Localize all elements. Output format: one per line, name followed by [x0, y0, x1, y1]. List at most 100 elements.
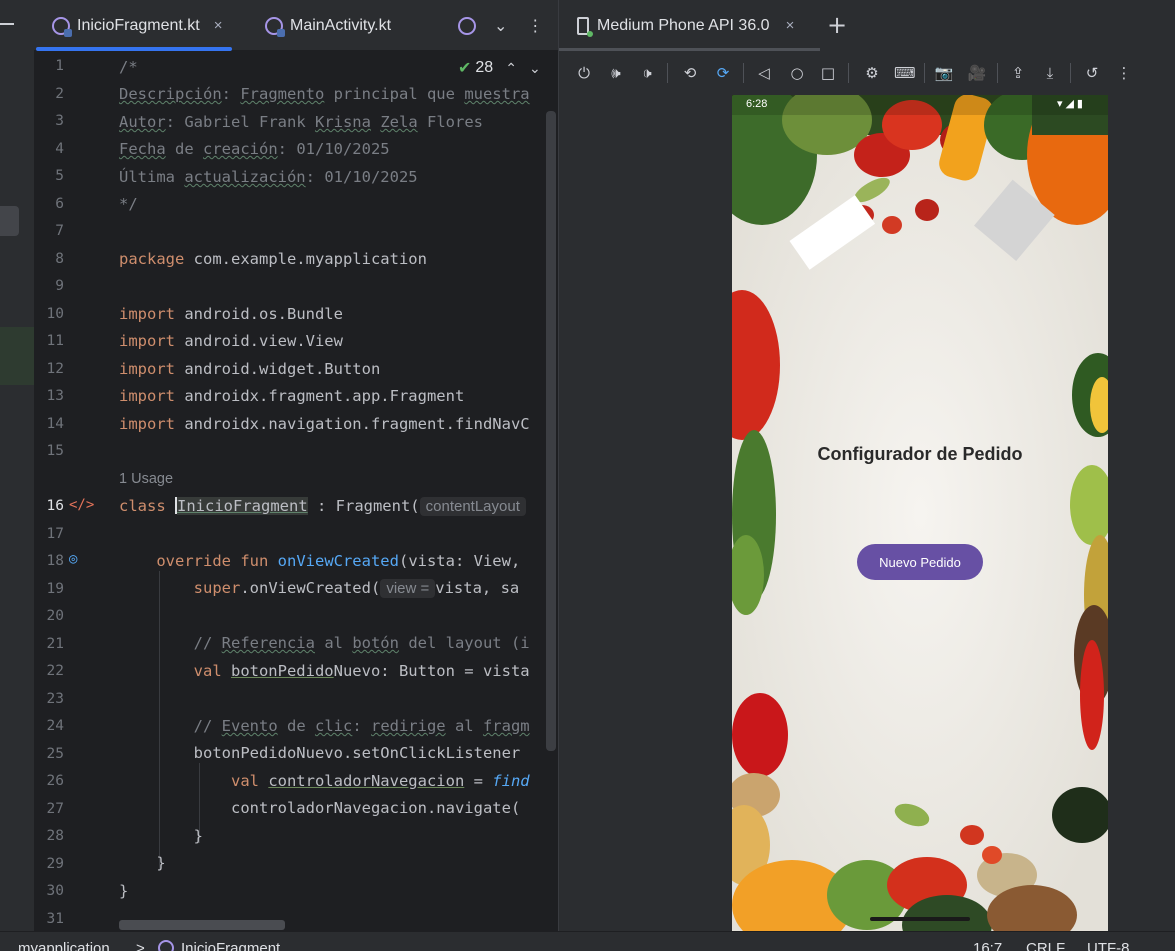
- override-icon[interactable]: ◎: [69, 551, 77, 567]
- line-number: 21: [46, 636, 64, 652]
- phone-status-icons: ▾◢▮: [1056, 98, 1086, 110]
- code-line: }: [119, 882, 129, 900]
- line-number: 31: [46, 911, 64, 927]
- vertical-scrollbar[interactable]: [546, 111, 556, 751]
- chevron-down-icon[interactable]: ⌄: [529, 60, 541, 77]
- line-number: 18: [46, 553, 64, 569]
- code-line: override fun onViewCreated(vista: View,: [156, 552, 521, 570]
- line-number: 7: [55, 223, 64, 239]
- close-tab-icon[interactable]: ×: [786, 17, 795, 34]
- inspection-widget[interactable]: ✔ 28 ⌃ ⌄: [458, 58, 541, 78]
- keyboard-icon[interactable]: ⌨: [894, 64, 916, 82]
- volume-down-icon[interactable]: 🕩: [637, 64, 657, 82]
- collapse-icon[interactable]: [0, 23, 14, 25]
- inspection-count: 28: [475, 59, 494, 76]
- line-number: 24: [46, 718, 64, 734]
- code-line: val controladorNavegacion = find: [230, 772, 530, 790]
- code-line: botonPedidoNuevo.setOnClickListener: [193, 744, 521, 762]
- tab-inicio-fragment[interactable]: InicioFragment.kt ×: [35, 0, 233, 51]
- toolbar-separator: [848, 63, 849, 83]
- rotate-right-icon[interactable]: ⟳: [713, 64, 733, 82]
- nuevo-pedido-button[interactable]: Nuevo Pedido: [857, 544, 983, 580]
- parameter-hint: view =: [380, 579, 436, 598]
- line-number: 19: [46, 581, 64, 597]
- code-editor[interactable]: ✔ 28 ⌃ ⌄ 1 2 3 4 5 6 7 8 9 10 11 12 13 1…: [34, 51, 558, 931]
- volume-up-icon[interactable]: 🕪: [606, 64, 626, 82]
- back-icon[interactable]: ◁: [754, 64, 774, 82]
- device-toolbar: ⏻ 🕪 🕩 ⟲ ⟳ ◁ ○ □ ⚙ ⌨ 📷 🎥 ⇪ ⤓ ↺ ⋮: [559, 51, 1175, 95]
- code-line: class InicioFragment : Fragment(contentL…: [119, 497, 526, 516]
- kotlin-file-icon: [52, 16, 72, 37]
- breadcrumb-file[interactable]: InicioFragment: [181, 940, 280, 951]
- reset-icon[interactable]: ↺: [1082, 64, 1102, 82]
- code-line: import androidx.navigation.fragment.find…: [119, 415, 530, 433]
- download-icon[interactable]: ⤓: [1040, 64, 1060, 82]
- usage-hint[interactable]: 1 Usage: [119, 471, 173, 487]
- check-icon: ✔: [458, 60, 472, 77]
- line-number: 22: [46, 663, 64, 679]
- app-title: Configurador de Pedido: [817, 444, 1023, 464]
- kotlin-file-icon: [265, 16, 285, 37]
- line-number: 27: [46, 801, 64, 817]
- line-number: 4: [55, 141, 64, 157]
- cursor-position[interactable]: 16:7: [973, 940, 1002, 951]
- tab-main-activity[interactable]: MainActivity.kt: [265, 0, 391, 51]
- upload-icon[interactable]: ⇪: [1008, 64, 1028, 82]
- line-number: 8: [55, 251, 64, 267]
- editor-tab-bar: InicioFragment.kt × MainActivity.kt ⌄ ⋮: [34, 0, 559, 51]
- more-options-icon[interactable]: ⋮: [1114, 64, 1134, 82]
- rotate-left-icon[interactable]: ⟲: [680, 64, 700, 82]
- close-tab-icon[interactable]: ×: [214, 17, 223, 34]
- device-tab-bar: Medium Phone API 36.0 × +: [559, 0, 1175, 51]
- ide-status-bar: myapplication > InicioFragment 16:7 CRLF…: [0, 931, 1175, 951]
- line-number: 9: [55, 278, 64, 294]
- line-number: 29: [46, 856, 64, 872]
- breadcrumb-project[interactable]: myapplication: [18, 940, 110, 951]
- code-line: val botonPedidoNuevo: Button = vista: [193, 662, 530, 680]
- line-number: 16: [46, 498, 64, 514]
- code-line: // Evento de clic: redirige al fragm: [193, 717, 530, 735]
- code-line: import android.os.Bundle: [119, 305, 343, 323]
- code-line: super.onViewCreated(view = vista, sa: [193, 579, 520, 598]
- toolbar-separator: [1070, 63, 1071, 83]
- parameter-hint: contentLayout: [419, 497, 526, 516]
- xml-layout-icon[interactable]: </>: [69, 497, 94, 513]
- chevron-up-icon[interactable]: ⌃: [505, 60, 517, 77]
- more-options-icon[interactable]: ⋮: [527, 16, 543, 35]
- line-ending[interactable]: CRLF: [1026, 940, 1065, 951]
- line-number: 11: [46, 333, 64, 349]
- overview-icon[interactable]: □: [818, 64, 838, 82]
- home-icon[interactable]: ○: [787, 64, 807, 82]
- vegetables-background-image: [732, 95, 1108, 931]
- screenshot-icon[interactable]: 📷: [934, 64, 954, 82]
- kotlin-file-icon[interactable]: [458, 16, 476, 35]
- line-number: 5: [55, 168, 64, 184]
- file-encoding[interactable]: UTF-8: [1087, 940, 1130, 951]
- line-number: 2: [55, 86, 64, 102]
- chevron-down-icon[interactable]: ⌄: [494, 16, 507, 35]
- tab-medium-phone[interactable]: Medium Phone API 36.0 ×: [559, 0, 820, 51]
- screen-record-icon[interactable]: 🎥: [967, 64, 987, 82]
- code-line: Autor: Gabriel Frank Krisna Zela Flores: [119, 113, 483, 131]
- gesture-home-bar[interactable]: [870, 917, 970, 921]
- phone-status-bar: 6:28 ▾◢▮: [732, 95, 1108, 115]
- add-device-icon[interactable]: +: [827, 11, 847, 39]
- tool-window-selected[interactable]: [0, 206, 19, 236]
- line-number: 12: [46, 361, 64, 377]
- power-icon[interactable]: ⏻: [574, 64, 594, 82]
- phone-screen[interactable]: 6:28 ▾◢▮ Configurador de Pedido Nuevo Pe…: [732, 95, 1108, 931]
- kotlin-class-icon: [158, 940, 174, 951]
- horizontal-scrollbar[interactable]: [119, 920, 285, 930]
- phone-device-icon: [577, 16, 593, 37]
- line-number: 1: [55, 58, 64, 74]
- line-number: 14: [46, 416, 64, 432]
- tab-label: MainActivity.kt: [290, 16, 392, 34]
- code-line: }: [156, 854, 166, 872]
- line-number: 26: [46, 773, 64, 789]
- line-number: 10: [46, 306, 64, 322]
- phone-clock: 6:28: [746, 98, 768, 110]
- device-settings-icon[interactable]: ⚙: [862, 64, 882, 82]
- line-number: 30: [46, 883, 64, 899]
- line-number: 20: [46, 608, 64, 624]
- code-line: controladorNavegacion.navigate(: [230, 799, 521, 817]
